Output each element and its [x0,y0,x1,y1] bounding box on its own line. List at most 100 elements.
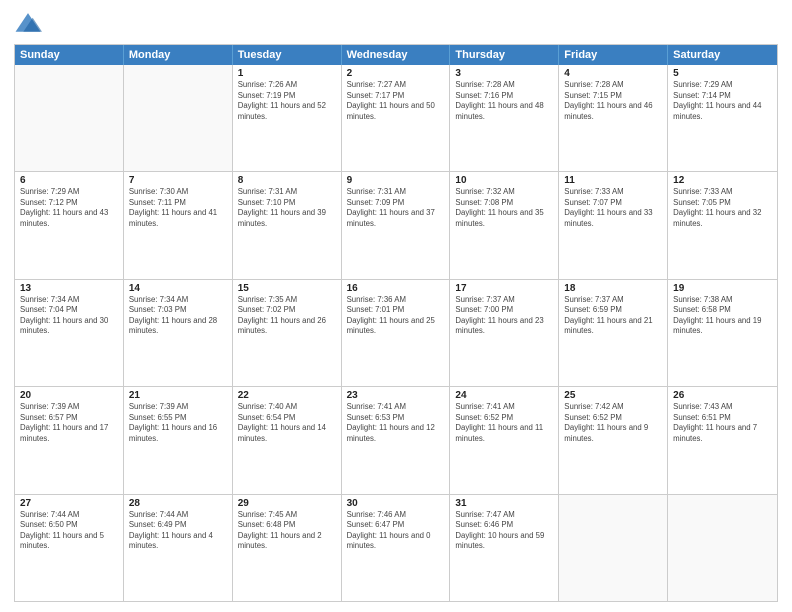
calendar-row-0: 1Sunrise: 7:26 AMSunset: 7:19 PMDaylight… [15,65,777,171]
day-number: 23 [347,390,445,401]
day-number: 29 [238,498,336,509]
calendar-row-3: 20Sunrise: 7:39 AMSunset: 6:57 PMDayligh… [15,386,777,493]
day-number: 19 [673,283,772,294]
calendar-cell: 29Sunrise: 7:45 AMSunset: 6:48 PMDayligh… [233,495,342,601]
day-info: Sunrise: 7:31 AMSunset: 7:09 PMDaylight:… [347,187,445,229]
day-number: 5 [673,68,772,79]
calendar-cell: 30Sunrise: 7:46 AMSunset: 6:47 PMDayligh… [342,495,451,601]
day-number: 3 [455,68,553,79]
calendar-cell: 3Sunrise: 7:28 AMSunset: 7:16 PMDaylight… [450,65,559,171]
day-info: Sunrise: 7:44 AMSunset: 6:50 PMDaylight:… [20,510,118,552]
calendar-row-1: 6Sunrise: 7:29 AMSunset: 7:12 PMDaylight… [15,171,777,278]
calendar-cell [559,495,668,601]
calendar-cell: 23Sunrise: 7:41 AMSunset: 6:53 PMDayligh… [342,387,451,493]
header-day-saturday: Saturday [668,45,777,65]
day-number: 21 [129,390,227,401]
calendar-cell: 14Sunrise: 7:34 AMSunset: 7:03 PMDayligh… [124,280,233,386]
day-number: 8 [238,175,336,186]
logo [14,10,46,38]
calendar-cell: 12Sunrise: 7:33 AMSunset: 7:05 PMDayligh… [668,172,777,278]
day-number: 25 [564,390,662,401]
day-info: Sunrise: 7:41 AMSunset: 6:52 PMDaylight:… [455,402,553,444]
day-info: Sunrise: 7:29 AMSunset: 7:14 PMDaylight:… [673,80,772,122]
day-info: Sunrise: 7:37 AMSunset: 6:59 PMDaylight:… [564,295,662,337]
day-info: Sunrise: 7:40 AMSunset: 6:54 PMDaylight:… [238,402,336,444]
calendar-cell: 10Sunrise: 7:32 AMSunset: 7:08 PMDayligh… [450,172,559,278]
header-day-friday: Friday [559,45,668,65]
calendar-cell: 15Sunrise: 7:35 AMSunset: 7:02 PMDayligh… [233,280,342,386]
day-info: Sunrise: 7:33 AMSunset: 7:05 PMDaylight:… [673,187,772,229]
day-number: 4 [564,68,662,79]
header-day-tuesday: Tuesday [233,45,342,65]
day-number: 26 [673,390,772,401]
calendar-cell: 7Sunrise: 7:30 AMSunset: 7:11 PMDaylight… [124,172,233,278]
day-number: 18 [564,283,662,294]
day-info: Sunrise: 7:42 AMSunset: 6:52 PMDaylight:… [564,402,662,444]
day-info: Sunrise: 7:30 AMSunset: 7:11 PMDaylight:… [129,187,227,229]
day-number: 22 [238,390,336,401]
day-info: Sunrise: 7:36 AMSunset: 7:01 PMDaylight:… [347,295,445,337]
day-info: Sunrise: 7:39 AMSunset: 6:55 PMDaylight:… [129,402,227,444]
calendar-cell: 19Sunrise: 7:38 AMSunset: 6:58 PMDayligh… [668,280,777,386]
day-info: Sunrise: 7:33 AMSunset: 7:07 PMDaylight:… [564,187,662,229]
calendar-cell: 20Sunrise: 7:39 AMSunset: 6:57 PMDayligh… [15,387,124,493]
calendar-cell: 4Sunrise: 7:28 AMSunset: 7:15 PMDaylight… [559,65,668,171]
calendar-cell: 6Sunrise: 7:29 AMSunset: 7:12 PMDaylight… [15,172,124,278]
calendar: SundayMondayTuesdayWednesdayThursdayFrid… [14,44,778,602]
day-number: 16 [347,283,445,294]
day-info: Sunrise: 7:47 AMSunset: 6:46 PMDaylight:… [455,510,553,552]
day-number: 17 [455,283,553,294]
calendar-cell: 5Sunrise: 7:29 AMSunset: 7:14 PMDaylight… [668,65,777,171]
day-number: 15 [238,283,336,294]
day-number: 31 [455,498,553,509]
day-info: Sunrise: 7:45 AMSunset: 6:48 PMDaylight:… [238,510,336,552]
day-info: Sunrise: 7:31 AMSunset: 7:10 PMDaylight:… [238,187,336,229]
calendar-row-4: 27Sunrise: 7:44 AMSunset: 6:50 PMDayligh… [15,494,777,601]
calendar-cell: 2Sunrise: 7:27 AMSunset: 7:17 PMDaylight… [342,65,451,171]
calendar-cell: 28Sunrise: 7:44 AMSunset: 6:49 PMDayligh… [124,495,233,601]
calendar-cell: 24Sunrise: 7:41 AMSunset: 6:52 PMDayligh… [450,387,559,493]
calendar-cell [124,65,233,171]
day-info: Sunrise: 7:41 AMSunset: 6:53 PMDaylight:… [347,402,445,444]
calendar-cell [15,65,124,171]
day-info: Sunrise: 7:43 AMSunset: 6:51 PMDaylight:… [673,402,772,444]
day-number: 7 [129,175,227,186]
day-info: Sunrise: 7:34 AMSunset: 7:04 PMDaylight:… [20,295,118,337]
header-day-wednesday: Wednesday [342,45,451,65]
calendar-cell: 26Sunrise: 7:43 AMSunset: 6:51 PMDayligh… [668,387,777,493]
day-number: 2 [347,68,445,79]
day-number: 27 [20,498,118,509]
calendar-cell: 22Sunrise: 7:40 AMSunset: 6:54 PMDayligh… [233,387,342,493]
day-info: Sunrise: 7:37 AMSunset: 7:00 PMDaylight:… [455,295,553,337]
calendar-header: SundayMondayTuesdayWednesdayThursdayFrid… [15,45,777,65]
day-number: 13 [20,283,118,294]
calendar-cell: 17Sunrise: 7:37 AMSunset: 7:00 PMDayligh… [450,280,559,386]
day-number: 14 [129,283,227,294]
day-number: 24 [455,390,553,401]
day-number: 30 [347,498,445,509]
calendar-cell: 1Sunrise: 7:26 AMSunset: 7:19 PMDaylight… [233,65,342,171]
day-number: 9 [347,175,445,186]
calendar-cell: 11Sunrise: 7:33 AMSunset: 7:07 PMDayligh… [559,172,668,278]
header-day-monday: Monday [124,45,233,65]
header [14,10,778,38]
day-info: Sunrise: 7:27 AMSunset: 7:17 PMDaylight:… [347,80,445,122]
calendar-row-2: 13Sunrise: 7:34 AMSunset: 7:04 PMDayligh… [15,279,777,386]
calendar-cell [668,495,777,601]
day-info: Sunrise: 7:34 AMSunset: 7:03 PMDaylight:… [129,295,227,337]
day-info: Sunrise: 7:35 AMSunset: 7:02 PMDaylight:… [238,295,336,337]
day-info: Sunrise: 7:38 AMSunset: 6:58 PMDaylight:… [673,295,772,337]
day-info: Sunrise: 7:28 AMSunset: 7:15 PMDaylight:… [564,80,662,122]
day-number: 11 [564,175,662,186]
calendar-cell: 21Sunrise: 7:39 AMSunset: 6:55 PMDayligh… [124,387,233,493]
day-info: Sunrise: 7:28 AMSunset: 7:16 PMDaylight:… [455,80,553,122]
calendar-cell: 27Sunrise: 7:44 AMSunset: 6:50 PMDayligh… [15,495,124,601]
calendar-cell: 16Sunrise: 7:36 AMSunset: 7:01 PMDayligh… [342,280,451,386]
day-info: Sunrise: 7:29 AMSunset: 7:12 PMDaylight:… [20,187,118,229]
calendar-cell: 25Sunrise: 7:42 AMSunset: 6:52 PMDayligh… [559,387,668,493]
logo-icon [14,10,42,38]
calendar-cell: 31Sunrise: 7:47 AMSunset: 6:46 PMDayligh… [450,495,559,601]
calendar-cell: 13Sunrise: 7:34 AMSunset: 7:04 PMDayligh… [15,280,124,386]
day-number: 1 [238,68,336,79]
day-info: Sunrise: 7:26 AMSunset: 7:19 PMDaylight:… [238,80,336,122]
